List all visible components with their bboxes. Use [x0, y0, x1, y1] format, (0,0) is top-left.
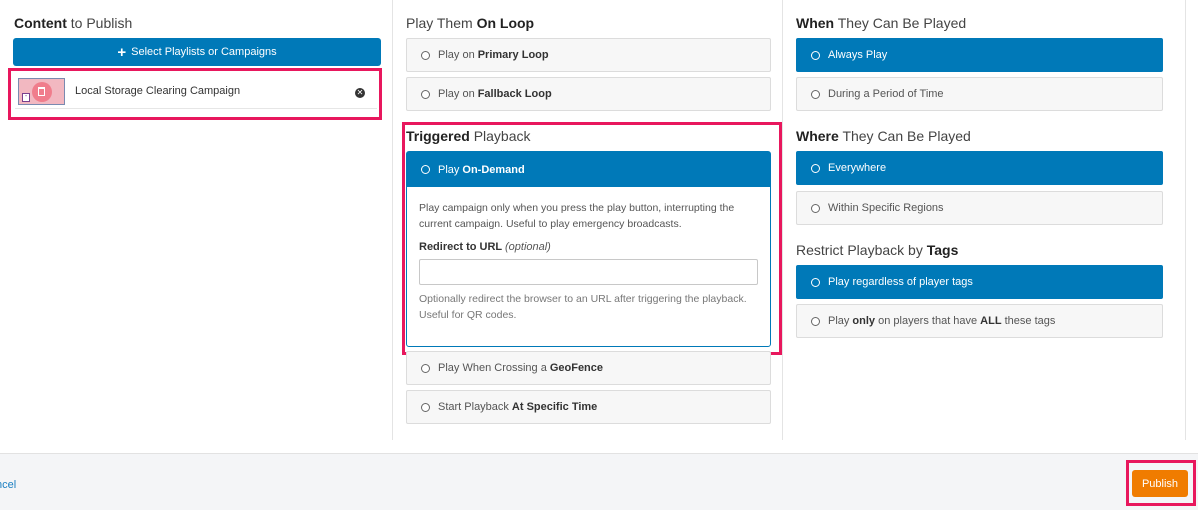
option-everywhere[interactable]: Everywhere	[796, 151, 1163, 185]
radio-icon	[811, 277, 820, 287]
plus-icon: +	[117, 43, 127, 61]
when-heading: When They Can Be Played	[796, 15, 967, 31]
remove-icon[interactable]: ✕	[355, 88, 365, 98]
cancel-link[interactable]: ncel	[0, 479, 16, 491]
option-fallback-loop[interactable]: Play on Fallback Loop	[406, 77, 771, 111]
on-demand-panel: Play On-Demand Play campaign only when yo…	[406, 151, 771, 347]
radio-icon	[421, 402, 430, 412]
option-specific-regions[interactable]: Within Specific Regions	[796, 191, 1163, 225]
content-column: Content to Publish + Select Playlists or…	[0, 0, 393, 440]
tags-heading: Restrict Playback by Tags	[796, 242, 959, 258]
campaign-badge-icon: -	[22, 92, 30, 102]
trash-icon	[38, 86, 45, 96]
radio-icon	[811, 203, 820, 213]
radio-icon	[811, 163, 820, 173]
loop-heading: Play Them On Loop	[406, 15, 535, 31]
radio-icon	[421, 50, 430, 60]
footer-bar: ncel Publish	[0, 453, 1198, 510]
content-heading: Content to Publish	[14, 15, 133, 31]
option-specific-time[interactable]: Start Playback At Specific Time	[406, 390, 771, 424]
on-demand-description: Play campaign only when you press the pl…	[419, 202, 735, 230]
radio-icon	[421, 165, 430, 174]
option-geofence[interactable]: Play When Crossing a GeoFence	[406, 351, 771, 385]
radio-icon	[421, 89, 430, 99]
radio-icon	[421, 363, 430, 373]
option-primary-loop[interactable]: Play on Primary Loop	[406, 38, 771, 72]
option-always-play[interactable]: Always Play	[796, 38, 1163, 72]
redirect-url-input[interactable]	[419, 259, 758, 285]
publish-button[interactable]: Publish	[1132, 470, 1188, 497]
campaign-title: Local Storage Clearing Campaign	[75, 85, 241, 97]
option-only-tagged-players[interactable]: Play only on players that have ALL these t…	[796, 304, 1163, 338]
where-heading: Where They Can Be Played	[796, 128, 971, 144]
option-on-demand[interactable]: Play On-Demand	[407, 152, 770, 187]
select-playlists-button[interactable]: + Select Playlists or Campaigns	[13, 38, 381, 66]
campaign-thumbnail: -	[18, 77, 65, 105]
option-period-of-time[interactable]: During a Period of Time	[796, 77, 1163, 111]
list-item[interactable]: - Local Storage Clearing Campaign ✕	[15, 74, 377, 109]
radio-icon	[811, 89, 820, 99]
radio-icon	[811, 50, 820, 60]
redirect-label: Redirect to URL (optional)	[419, 241, 551, 253]
redirect-help: Optionally redirect the browser to an UR…	[419, 293, 747, 321]
radio-icon	[811, 316, 820, 326]
option-regardless-of-tags[interactable]: Play regardless of player tags	[796, 265, 1163, 299]
